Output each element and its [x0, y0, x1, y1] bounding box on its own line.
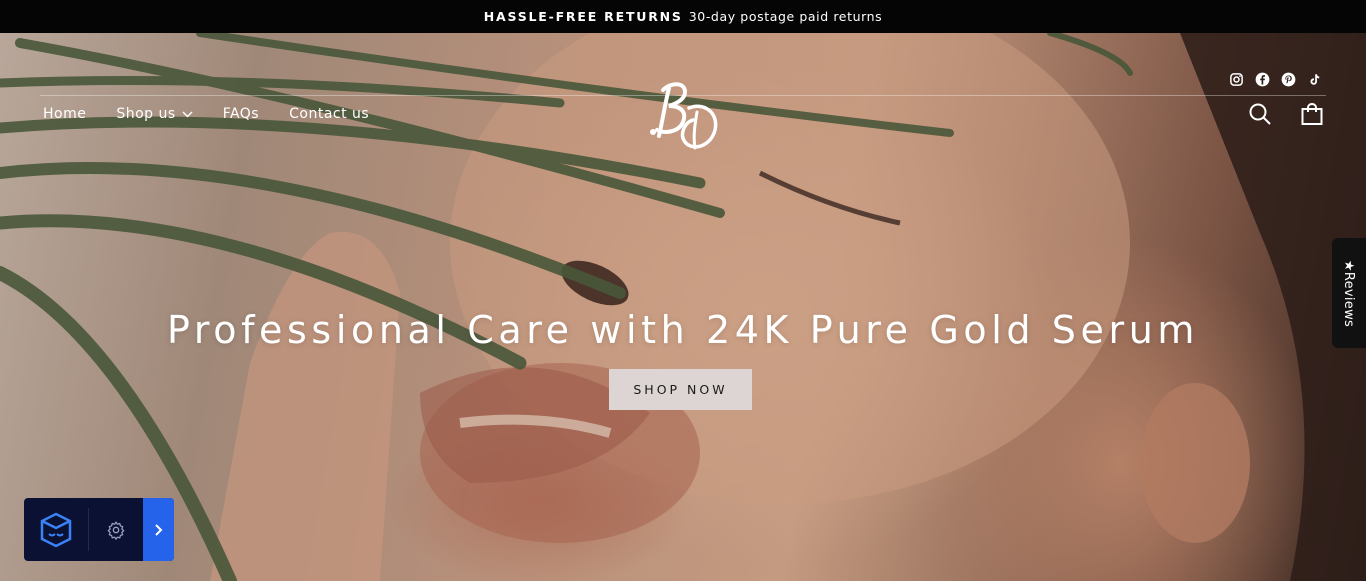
- nav-shop-us-label: Shop us: [116, 106, 176, 122]
- brand-monogram-logo: [650, 82, 718, 150]
- announcement-text: 30-day postage paid returns: [688, 9, 883, 24]
- announcement-bold: HASSLE-FREE RETURNS: [483, 9, 683, 24]
- announcement-bar: HASSLE-FREE RETURNS 30-day postage paid …: [0, 0, 1366, 33]
- nav-contact-us[interactable]: Contact us: [289, 106, 369, 122]
- reviews-tab-label: ★Reviews: [1341, 259, 1357, 327]
- nav-faqs[interactable]: FAQs: [223, 106, 259, 122]
- shop-now-button[interactable]: SHOP NOW: [609, 369, 752, 410]
- brand-logo[interactable]: [641, 72, 725, 156]
- nav-home[interactable]: Home: [43, 106, 86, 122]
- pinterest-icon[interactable]: [1280, 71, 1296, 87]
- instagram-icon[interactable]: [1228, 71, 1244, 87]
- chevron-right-icon[interactable]: [143, 498, 174, 561]
- gear-icon[interactable]: [89, 498, 143, 561]
- chevron-down-icon: [182, 110, 193, 118]
- accessibility-widget: [24, 498, 174, 561]
- nav-shop-us[interactable]: Shop us: [116, 106, 193, 122]
- header-actions: [1248, 102, 1324, 126]
- main-nav: Home Shop us FAQs Contact us: [43, 106, 369, 122]
- search-icon[interactable]: [1248, 102, 1272, 126]
- shield-face-icon[interactable]: [24, 498, 88, 561]
- tiktok-icon[interactable]: [1306, 71, 1322, 87]
- social-links: [1228, 71, 1322, 87]
- cart-bag-icon[interactable]: [1300, 102, 1324, 126]
- hero-headline: Professional Care with 24K Pure Gold Ser…: [166, 308, 1200, 352]
- reviews-side-tab[interactable]: ★Reviews: [1332, 238, 1366, 348]
- facebook-icon[interactable]: [1254, 71, 1270, 87]
